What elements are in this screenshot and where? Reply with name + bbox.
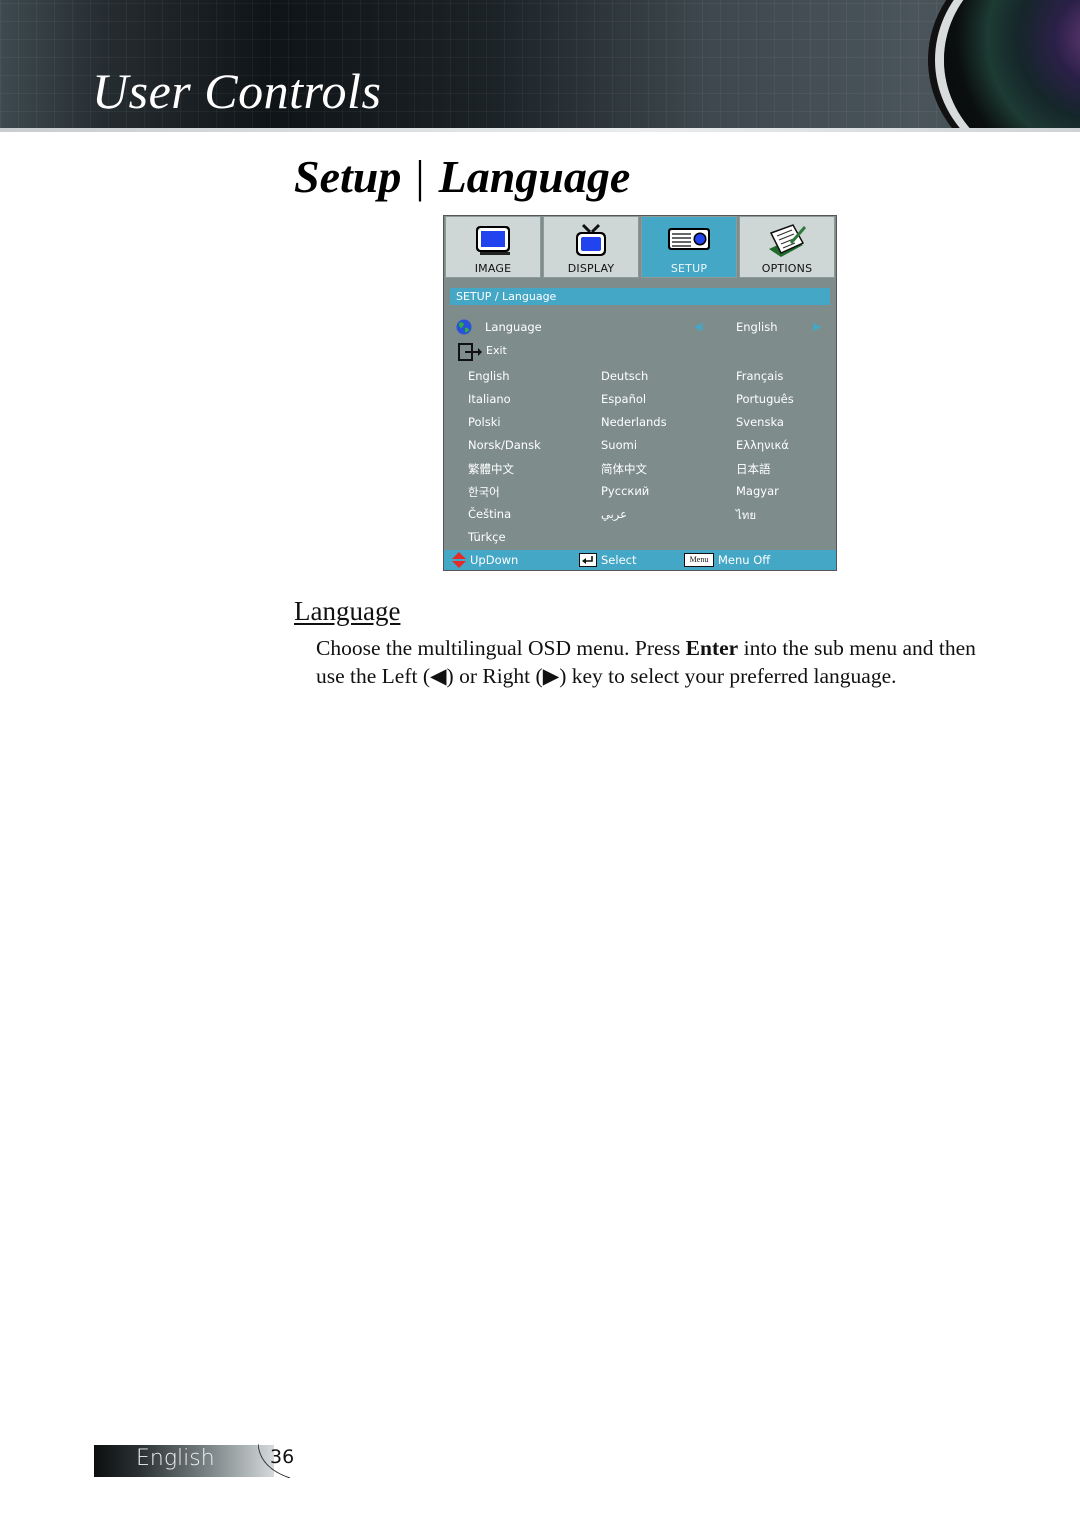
section-title-language: Language [438,151,631,202]
language-option[interactable]: Português [736,392,794,406]
language-option[interactable]: Magyar [736,484,779,498]
language-description: Choose the multilingual OSD menu. Press … [316,634,976,690]
description-text-1: Choose the multilingual OSD menu. Press [316,636,686,660]
tab-image[interactable]: IMAGE [445,216,541,278]
language-option[interactable]: Deutsch [601,369,648,383]
section-title-separator: | [415,151,425,202]
tab-display[interactable]: DISPLAY [543,216,639,278]
language-option[interactable]: 日本語 [736,461,771,477]
tv-icon [571,223,611,263]
notepad-icon [765,223,809,263]
image-monitor-icon [473,223,513,261]
language-option[interactable]: Русский [601,484,649,498]
exit-row[interactable]: Exit [458,343,558,361]
language-option[interactable]: Italiano [468,392,511,406]
exit-row-label: Exit [486,344,507,357]
updown-label: UpDown [470,553,519,567]
language-option[interactable]: ไทย [736,507,756,525]
language-option[interactable]: Čeština [468,507,511,521]
language-option[interactable]: Nederlands [601,415,667,429]
arrow-right-icon[interactable]: ▶ [813,320,821,333]
arrow-left-icon[interactable]: ◀ [694,320,702,333]
chapter-title: User Controls [92,63,382,119]
language-option[interactable]: 繁體中文 [468,461,514,477]
enter-key-text: Enter [685,636,739,660]
updown-arrows-icon [452,552,466,574]
osd-status-bar: UpDown Select Menu Menu Off [444,550,836,570]
osd-menu: IMAGE DISPLAY SETUP OPTIONS SETUP / Lang… [443,215,837,571]
header-banner: User Controls [0,0,1080,130]
enter-key-icon [579,553,597,567]
language-heading: Language [294,596,401,626]
tab-setup-label: SETUP [670,262,708,275]
projector-icon [665,223,713,259]
section-title: Setup | Language [294,150,630,203]
tab-image-label: IMAGE [474,262,512,275]
tab-options[interactable]: OPTIONS [739,216,835,278]
tab-setup[interactable]: SETUP [641,216,737,278]
language-option[interactable]: Türkçe [468,530,506,544]
footer-language: English [136,1446,215,1471]
menu-key-icon: Menu [684,553,714,567]
language-row-label: Language [485,320,542,334]
language-option[interactable]: 简体中文 [601,461,647,477]
language-option[interactable]: Svenska [736,415,784,429]
language-option[interactable]: Français [736,369,783,383]
osd-tabs: IMAGE DISPLAY SETUP OPTIONS [444,216,836,278]
tab-display-label: DISPLAY [567,262,615,275]
section-title-setup: Setup [294,151,402,202]
projector-lens-image [944,0,1080,130]
language-option[interactable]: 한국어 [468,484,500,500]
language-option[interactable]: Norsk/Dansk [468,438,541,452]
language-option[interactable]: Polski [468,415,501,429]
language-option[interactable]: English [468,369,510,383]
exit-icon [458,343,482,364]
language-row-value: English [736,320,778,334]
language-option[interactable]: عربي [601,507,627,521]
menu-off-label: Menu Off [718,553,771,567]
language-row[interactable]: Language ◀ English ▶ [456,319,826,337]
language-option[interactable]: Español [601,392,646,406]
tab-options-label: OPTIONS [761,262,813,275]
select-label: Select [601,553,637,567]
page-number: 36 [270,1446,295,1468]
language-option[interactable]: Suomi [601,438,637,452]
banner-divider [0,128,1080,132]
globe-icon [456,319,472,338]
osd-breadcrumb: SETUP / Language [450,288,830,305]
language-option[interactable]: Ελληνικά [736,438,789,452]
